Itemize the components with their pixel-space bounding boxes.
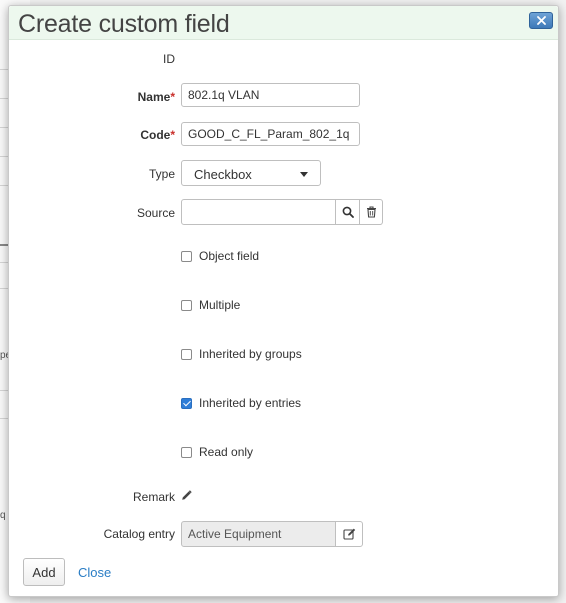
source-label: Source [136,206,175,220]
close-link[interactable]: Close [78,565,111,580]
required-mark: * [170,90,175,104]
read-only-checkbox[interactable] [181,446,192,458]
remark-label: Remark [132,490,175,504]
add-button[interactable]: Add [23,558,65,586]
edit-icon[interactable] [335,521,363,547]
object-field-checkbox[interactable] [181,250,192,262]
name-label: Name* [15,90,175,104]
object-field-checkbox-row[interactable]: Object field [181,249,259,263]
inherited-by-groups-checkbox-row[interactable]: Inherited by groups [181,347,302,361]
dialog-titlebar: Create custom field [9,6,558,40]
trash-icon[interactable] [359,199,383,225]
required-mark: * [170,128,175,142]
inherited-by-groups-checkbox[interactable] [181,348,192,360]
chevron-down-icon [300,172,308,177]
id-label: ID [163,52,175,66]
catalog-entry-label: Catalog entry [103,527,175,541]
background-text-fragment: q [0,510,6,521]
inherited-by-entries-checkbox[interactable] [181,397,192,409]
read-only-checkbox-row[interactable]: Read only [181,445,253,459]
dialog-title: Create custom field [18,10,230,38]
type-select-value: Checkbox [194,167,252,182]
code-input[interactable] [181,122,360,146]
multiple-checkbox[interactable] [181,299,192,311]
object-field-label: Object field [199,249,260,263]
type-select[interactable]: Checkbox [181,160,321,186]
type-label: Type [148,167,175,181]
multiple-checkbox-row[interactable]: Multiple [181,298,240,312]
multiple-label: Multiple [199,298,241,312]
read-only-label: Read only [199,445,254,459]
name-label-text: Name [137,90,171,104]
code-label: Code* [15,128,175,142]
name-input[interactable] [181,83,360,107]
code-label-text: Code [140,128,171,142]
close-x-icon[interactable] [529,12,553,29]
source-input[interactable] [181,199,336,225]
inherited-by-entries-checkbox-row[interactable]: Inherited by entries [181,396,301,410]
create-custom-field-dialog: Create custom field ID Name* Code* Type … [8,5,559,597]
inherited-by-groups-label: Inherited by groups [199,347,302,361]
pencil-icon[interactable] [181,490,193,502]
search-icon[interactable] [335,199,360,225]
inherited-by-entries-label: Inherited by entries [199,396,302,410]
catalog-entry-field: Active Equipment [181,521,336,547]
